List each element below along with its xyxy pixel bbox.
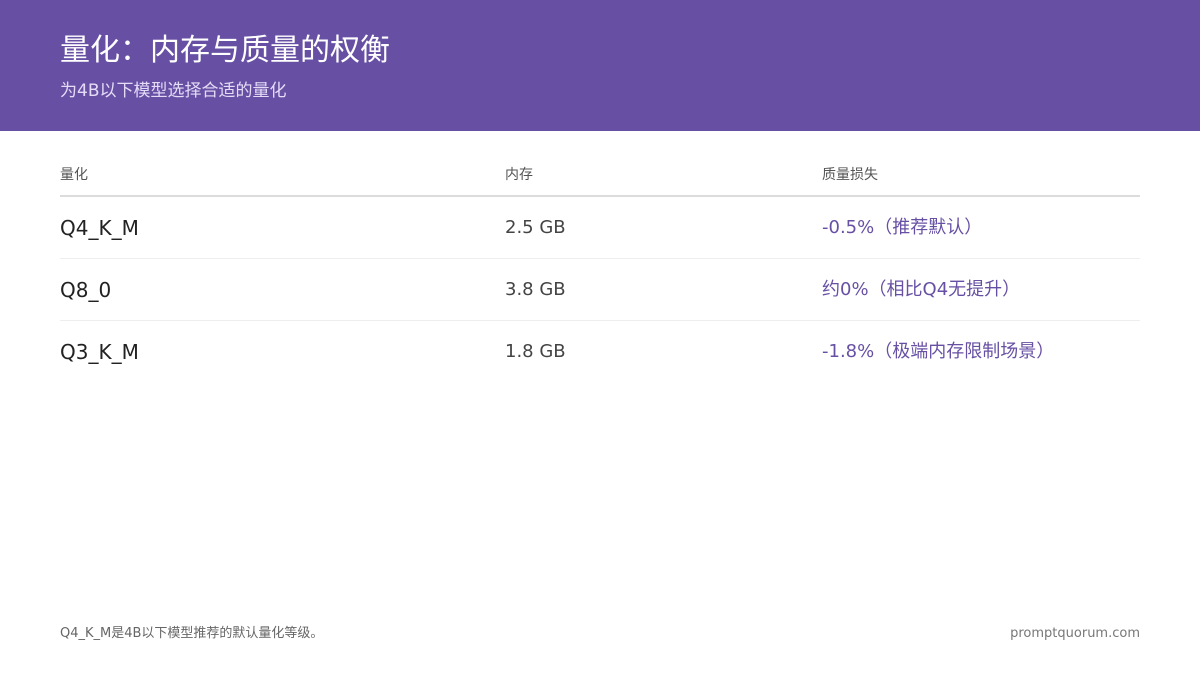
quantization-cell: Q8_0 (60, 278, 112, 302)
column-header-quality-loss: 质量损失 (822, 167, 878, 183)
column-header-memory: 内存 (505, 167, 533, 183)
memory-cell: 2.5 GB (505, 217, 566, 238)
header-banner: 量化：内存与质量的权衡 为4B以下模型选择合适的量化 (0, 0, 1200, 131)
footnote: Q4_K_M是4B以下模型推荐的默认量化等级。 (60, 626, 324, 641)
column-header-quantization: 量化 (60, 167, 88, 183)
page-subtitle: 为4B以下模型选择合适的量化 (60, 81, 287, 101)
quantization-cell: Q3_K_M (60, 340, 139, 364)
quality-loss-cell: 约0%（相比Q4无提升） (822, 279, 1021, 300)
table-row: Q4_K_M 2.5 GB -0.5%（推荐默认） (60, 197, 1140, 259)
memory-cell: 3.8 GB (505, 279, 566, 300)
table-header: 量化 内存 质量损失 (60, 160, 1140, 197)
quality-loss-cell: -1.8%（极端内存限制场景） (822, 341, 1055, 362)
memory-cell: 1.8 GB (505, 341, 566, 362)
quantization-cell: Q4_K_M (60, 216, 139, 240)
quality-loss-cell: -0.5%（推荐默认） (822, 217, 983, 238)
page-title: 量化：内存与质量的权衡 (60, 33, 390, 68)
site-attribution: promptquorum.com (1010, 626, 1140, 641)
quantization-table: 量化 内存 质量损失 Q4_K_M 2.5 GB -0.5%（推荐默认） Q8_… (60, 160, 1140, 382)
table-row: Q3_K_M 1.8 GB -1.8%（极端内存限制场景） (60, 321, 1140, 382)
table-row: Q8_0 3.8 GB 约0%（相比Q4无提升） (60, 259, 1140, 321)
